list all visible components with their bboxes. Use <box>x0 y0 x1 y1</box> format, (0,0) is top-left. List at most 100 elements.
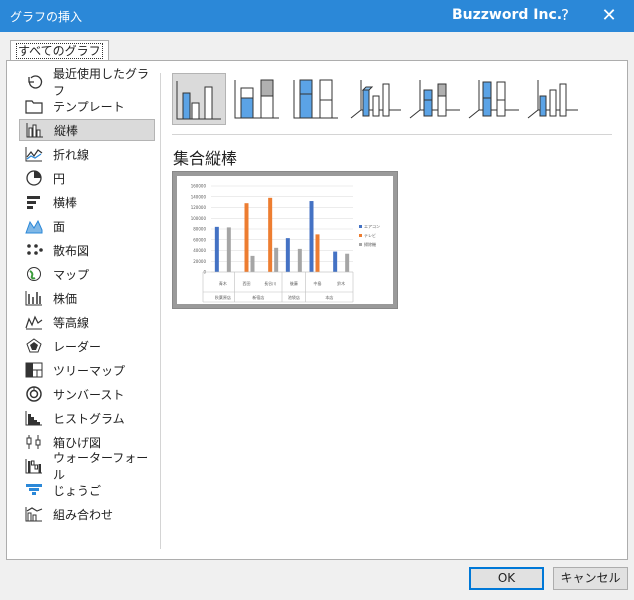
bar-2-3 <box>297 248 302 272</box>
sidebar-item-combo-chart[interactable]: 組み合わせ <box>19 503 155 525</box>
sidebar-item-waterfall-chart[interactable]: ウォーターフォール <box>19 451 155 482</box>
y-tick-label: 100000 <box>191 216 207 221</box>
bar-chart-icon <box>25 194 43 210</box>
brand-name: Buzzword Inc. <box>452 7 563 23</box>
bar-2-5 <box>345 253 350 272</box>
ok-button[interactable]: OK <box>469 567 544 590</box>
sidebar-item-bar-chart[interactable]: 横棒 <box>19 191 155 213</box>
sidebar-item-sunburst-chart[interactable]: サンバースト <box>19 383 155 405</box>
group-label: 秋葉原店 <box>215 294 231 300</box>
bar-1-4 <box>315 234 320 272</box>
subtype-100-stacked-column[interactable] <box>290 73 344 125</box>
legend-label: 掃除機 <box>364 241 376 247</box>
cancel-button[interactable]: キャンセル <box>553 567 628 590</box>
boxwhisker-chart-icon <box>25 434 43 450</box>
y-tick-label: 40000 <box>193 248 206 253</box>
column-chart-icon <box>26 122 44 138</box>
sidebar-item-label: 面 <box>53 219 66 234</box>
sidebar-item-label: 円 <box>53 171 66 186</box>
y-tick-label: 140000 <box>191 194 207 199</box>
close-button[interactable]: ✕ <box>594 4 624 28</box>
area-chart-icon <box>25 218 43 234</box>
histogram-chart-icon <box>25 410 43 426</box>
sidebar-item-stock-chart[interactable]: 株価 <box>19 287 155 309</box>
sidebar-item-label: 株価 <box>53 291 78 306</box>
group-label: 池袋店 <box>288 294 300 300</box>
subtype-3d-stacked-column-icon <box>409 80 460 119</box>
sidebar-item-folder[interactable]: テンプレート <box>19 95 155 117</box>
sidebar-item-scatter-chart[interactable]: 散布図 <box>19 239 155 261</box>
tab-all-charts[interactable]: すべてのグラフ <box>10 40 109 61</box>
subtype-stacked-column[interactable] <box>231 73 285 125</box>
sunburst-chart-icon <box>25 386 43 402</box>
sidebar-item-funnel-chart[interactable]: じょうご <box>19 479 155 501</box>
sidebar-item-histogram-chart[interactable]: ヒストグラム <box>19 407 155 429</box>
legend-swatch <box>359 234 362 237</box>
sidebar-item-column-chart[interactable]: 縦棒 <box>19 119 155 141</box>
sidebar-item-map-chart[interactable]: マップ <box>19 263 155 285</box>
x-tick-label: 中島 <box>314 280 322 286</box>
panel-divider <box>160 73 161 549</box>
x-tick-label: 長谷川 <box>264 280 276 286</box>
sidebar-item-label: サンバースト <box>53 387 125 402</box>
folder-icon <box>25 98 43 114</box>
sidebar-item-label: ウォーターフォール <box>53 451 149 482</box>
sidebar-item-label: 箱ひげ図 <box>53 435 102 450</box>
funnel-chart-icon <box>25 482 43 498</box>
y-tick-label: 120000 <box>191 205 207 210</box>
sidebar-item-label: 縦棒 <box>54 123 79 138</box>
subtype-3d-stacked-column[interactable] <box>408 73 462 125</box>
bar-0-4 <box>309 201 314 272</box>
sidebar-item-label: マップ <box>53 267 90 282</box>
sidebar-item-label: 等高線 <box>53 315 90 330</box>
bar-2-0 <box>226 227 231 272</box>
sidebar-item-label: レーダー <box>53 339 102 354</box>
legend-label: エアコン <box>364 224 380 229</box>
sidebar-item-label: 組み合わせ <box>53 507 114 522</box>
y-tick-label: 80000 <box>193 227 206 232</box>
subtype-3d-clustered-column-icon <box>350 80 401 119</box>
bar-0-5 <box>333 251 338 272</box>
bar-1-1 <box>244 203 249 272</box>
subtype-100-stacked-column-icon <box>293 79 338 119</box>
subtype-clustered-column-icon <box>176 81 221 120</box>
sidebar-item-label: じょうご <box>53 483 102 498</box>
sidebar-item-surface-chart[interactable]: 等高線 <box>19 311 155 333</box>
subtype-clustered-column[interactable] <box>172 73 226 125</box>
legend-swatch <box>359 243 362 246</box>
bar-1-2 <box>268 197 273 272</box>
sidebar-item-recent[interactable]: 最近使用したグラフ <box>19 67 155 98</box>
x-tick-label: 青木 <box>219 280 227 286</box>
sidebar-item-treemap-chart[interactable]: ツリーマップ <box>19 359 155 381</box>
y-tick-label: 20000 <box>193 259 206 264</box>
stock-chart-icon <box>25 290 43 306</box>
x-tick-label: 西田 <box>243 281 251 286</box>
sidebar-item-line-chart[interactable]: 折れ線 <box>19 143 155 165</box>
y-tick-label: 60000 <box>193 237 206 242</box>
sidebar-item-label: ツリーマップ <box>53 363 126 378</box>
subtype-3d-column[interactable] <box>526 73 580 125</box>
sidebar-item-radar-chart[interactable]: レーダー <box>19 335 155 357</box>
subtype-3d-100-stacked-column-icon <box>468 80 519 119</box>
surface-chart-icon <box>25 314 43 330</box>
sidebar-item-label: ヒストグラム <box>53 411 125 426</box>
sidebar-item-label: 折れ線 <box>53 147 90 162</box>
chart-type-list: 最近使用したグラフ テンプレート 縦棒折れ線円横棒面散布図マップ株価等高線レーダーツ… <box>19 67 155 527</box>
chart-panel: 最近使用したグラフ テンプレート 縦棒折れ線円横棒面散布図マップ株価等高線レーダーツ… <box>6 60 628 560</box>
subtype-3d-100-stacked-column[interactable] <box>467 73 521 125</box>
sidebar-item-label: テンプレート <box>53 99 125 114</box>
subtype-3d-clustered-column[interactable] <box>349 73 403 125</box>
bar-0-3 <box>285 238 290 272</box>
y-tick-label: 160000 <box>191 184 207 189</box>
pie-chart-icon <box>25 170 43 186</box>
sidebar-item-pie-chart[interactable]: 円 <box>19 167 155 189</box>
sidebar-item-label: 散布図 <box>53 243 90 258</box>
bar-2-1 <box>250 255 255 272</box>
map-chart-icon <box>25 266 43 282</box>
chart-preview[interactable]: 0 20000 40000 60000 80000 100000 120000 140000 1… <box>172 171 398 309</box>
sidebar-item-area-chart[interactable]: 面 <box>19 215 155 237</box>
subtype-divider <box>172 134 612 135</box>
help-button[interactable]: ? <box>553 6 577 26</box>
treemap-chart-icon <box>25 362 43 378</box>
line-chart-icon <box>25 146 43 162</box>
